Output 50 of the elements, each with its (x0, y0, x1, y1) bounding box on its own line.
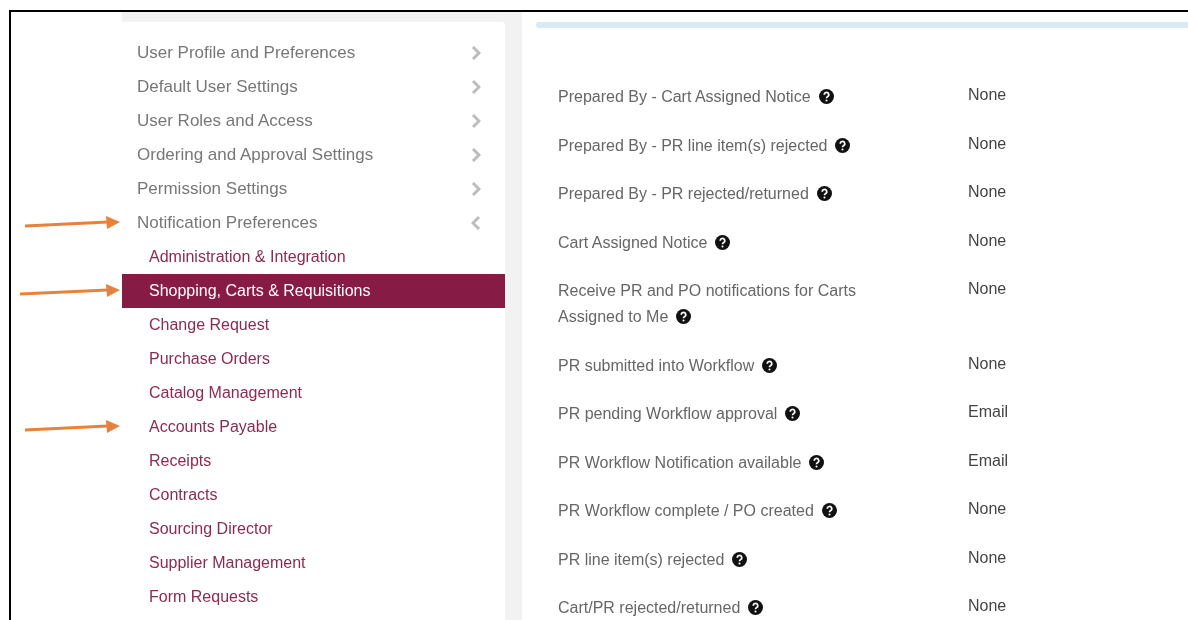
sidebar-subitem[interactable]: Change Request (122, 308, 505, 342)
notification-method: None (968, 182, 1007, 202)
sidebar-item[interactable]: User Roles and Access (137, 108, 313, 134)
notification-label: PR submitted into Workflow (558, 356, 778, 374)
help-icon (732, 551, 748, 567)
sidebar-subitem[interactable]: Contracts (122, 478, 505, 512)
sidebar-subitem[interactable]: Accounts Payable (122, 410, 505, 444)
help-icon (809, 454, 825, 470)
help-icon (835, 137, 851, 153)
sidebar-subitem[interactable]: Shopping, Carts & Requisitions (122, 274, 505, 308)
notification-label: Receive PR and PO notifications for Carts Assigned to Me (558, 282, 856, 325)
help-icon (821, 503, 837, 518)
notification-label: Prepared By - Cart Assigned Notice (558, 88, 834, 105)
sidebar-item[interactable]: Ordering and Approval Settings (137, 142, 374, 168)
notification-method: Email (968, 450, 1008, 471)
sidebar-subitem[interactable]: Form Requests (122, 580, 505, 614)
sidebar-subitem[interactable]: Purchase Orders (122, 342, 505, 376)
help-icon (762, 357, 778, 373)
notification-method: None (968, 596, 1007, 616)
sidebar-item[interactable]: User Profile and Preferences (137, 40, 356, 66)
sidebar-subitem[interactable]: Sourcing Director (122, 512, 505, 546)
notification-label: Cart Assigned Notice (558, 233, 731, 251)
sidebar-subitem[interactable]: Receipts (122, 444, 505, 478)
sidebar-item[interactable]: Notification Preferences (137, 210, 318, 236)
help-icon (748, 600, 764, 615)
notification-method: Email (968, 402, 1008, 422)
sidebar-subitem[interactable]: Administration & Integration (122, 240, 505, 274)
notification-label: PR pending Workflow approval (558, 405, 801, 422)
sidebar-subitem[interactable]: Catalog Management (122, 376, 505, 410)
notification-method: None (968, 85, 1007, 105)
notification-method: None (968, 499, 1007, 519)
notification-method: None (968, 353, 1007, 374)
help-icon (785, 406, 801, 421)
sidebar-item[interactable]: Permission Settings (137, 176, 288, 202)
notification-label: Cart/PR rejected/returned (558, 599, 764, 616)
sidebar-subitem[interactable]: Supplier Management (122, 546, 505, 580)
sidebar-item[interactable]: Default User Settings (137, 74, 298, 100)
notification-label: PR Workflow Notification available (558, 453, 825, 471)
notification-method: None (968, 547, 1007, 568)
notification-method: None (968, 279, 1007, 299)
help-icon (818, 89, 834, 104)
notification-method: None (968, 230, 1007, 251)
help-icon (816, 186, 832, 201)
notification-method: None (968, 133, 1007, 154)
help-icon (715, 234, 731, 250)
notification-label: Prepared By - PR line item(s) rejected (558, 136, 851, 154)
notification-label: PR Workflow complete / PO created (558, 502, 837, 519)
help-icon (676, 309, 692, 324)
notification-label: Prepared By - PR rejected/returned (558, 185, 832, 202)
notification-label: PR line item(s) rejected (558, 550, 748, 568)
